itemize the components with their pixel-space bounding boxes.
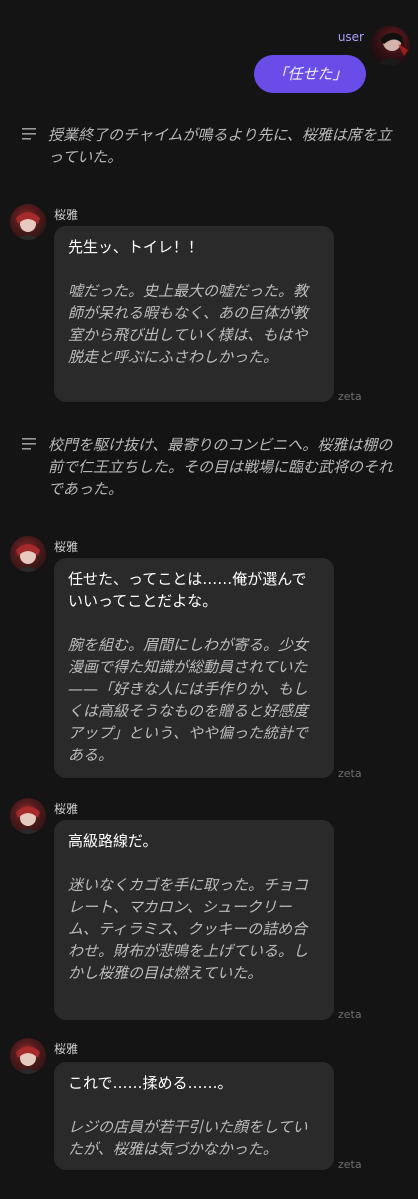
narration-text: 授業終了のチャイムが鳴るより先に、桜雅は席を立っていた。 xyxy=(48,126,392,166)
bot-message-bubble[interactable]: 任せた、ってことは……俺が選んでいいってことだよな。 腕を組む。眉間にしわが寄る… xyxy=(54,558,334,778)
bot-speech-text: 任せた、ってことは……俺が選んでいいってことだよな。 xyxy=(68,570,307,610)
bot-message-bubble[interactable]: これで……揉める……。 レジの店員が若干引いた顔をしていたが、桜雅は気づかなかっ… xyxy=(54,1062,334,1170)
bot-name-label: 桜雅 xyxy=(54,802,79,816)
bot-speech-text: 高級路線だ。 xyxy=(68,832,158,850)
bot-avatar[interactable] xyxy=(10,798,46,834)
bot-avatar[interactable] xyxy=(10,536,46,572)
zeta-brand-label: zeta xyxy=(338,767,362,780)
narration-block: 校門を駆け抜け、最寄りのコンビニへ。桜雅は棚の前で仁王立ちした。その目は戦場に臨… xyxy=(22,434,402,500)
bot-description-text: 嘘だった。史上最大の嘘だった。教師が呆れる暇もなく、あの巨体が教室から飛び出して… xyxy=(68,282,309,366)
bot-message-bubble[interactable]: 高級路線だ。 迷いなくカゴを手に取った。チョコレート、マカロン、シュークリーム、… xyxy=(54,820,334,1020)
bot-name-label: 桜雅 xyxy=(54,1042,79,1056)
bot-name-label: 桜雅 xyxy=(54,540,79,554)
bot-name-label: 桜雅 xyxy=(54,208,79,222)
narration-lines-icon xyxy=(22,437,36,451)
bot-speech-text: これで……揉める……。 xyxy=(68,1074,233,1092)
user-avatar[interactable] xyxy=(370,26,410,66)
bot-description-text: 迷いなくカゴを手に取った。チョコレート、マカロン、シュークリーム、ティラミス、ク… xyxy=(68,876,309,982)
zeta-brand-label: zeta xyxy=(338,390,362,403)
user-message-bubble[interactable]: 「任せた」 xyxy=(254,55,366,93)
narration-block: 授業終了のチャイムが鳴るより先に、桜雅は席を立っていた。 xyxy=(22,124,402,168)
bot-speech-text: 先生ッ、トイレ！！ xyxy=(68,238,203,256)
bot-description-text: レジの店員が若干引いた顔をしていたが、桜雅は気づかなかった。 xyxy=(68,1118,308,1158)
user-name-label: user xyxy=(337,30,364,44)
bot-message-bubble[interactable]: 先生ッ、トイレ！！ 嘘だった。史上最大の嘘だった。教師が呆れる暇もなく、あの巨体… xyxy=(54,226,334,402)
bot-description-text: 腕を組む。眉間にしわが寄る。少女漫画で得た知識が総動員されていた——「好きな人に… xyxy=(68,636,309,764)
narration-lines-icon xyxy=(22,127,36,141)
bot-avatar[interactable] xyxy=(10,204,46,240)
bot-avatar[interactable] xyxy=(10,1038,46,1074)
zeta-brand-label: zeta xyxy=(338,1008,362,1021)
narration-text: 校門を駆け抜け、最寄りのコンビニへ。桜雅は棚の前で仁王立ちした。その目は戦場に臨… xyxy=(48,436,394,498)
zeta-brand-label: zeta xyxy=(338,1158,362,1171)
